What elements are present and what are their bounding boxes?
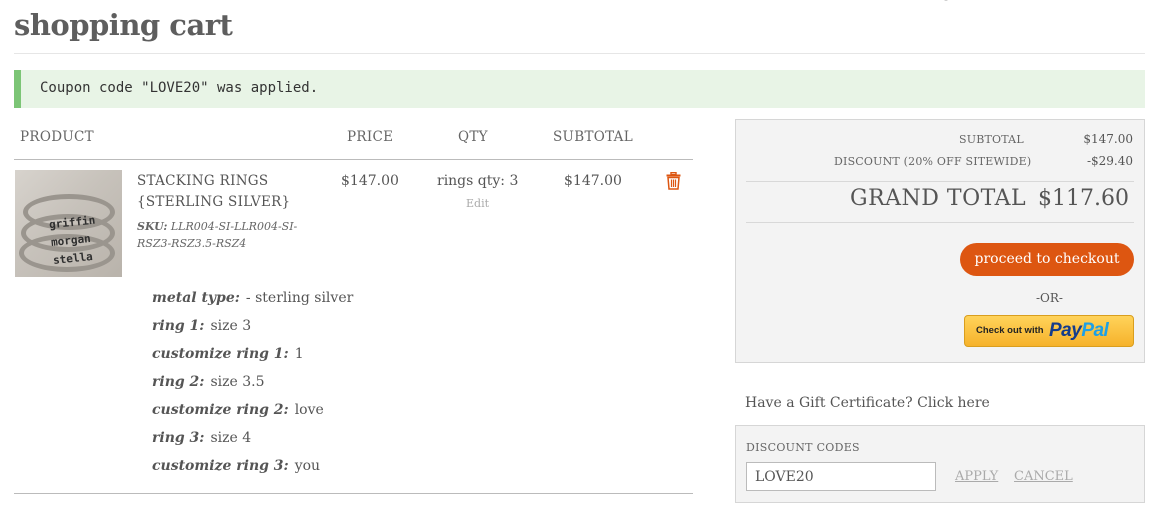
option-row: customize ring 1: 1 bbox=[152, 346, 304, 362]
summary-discount-label: DISCOUNT (20% OFF SITEWIDE) bbox=[834, 155, 1032, 168]
gift-certificate-link[interactable]: Have a Gift Certificate? Click here bbox=[745, 395, 990, 411]
item-qty: rings qty: 3 bbox=[437, 173, 519, 189]
option-row: ring 3: size 4 bbox=[152, 430, 251, 446]
option-row: customize ring 3: you bbox=[152, 458, 320, 474]
header-product: PRODUCT bbox=[20, 129, 94, 145]
option-value: love bbox=[294, 402, 324, 418]
option-row: ring 1: size 3 bbox=[152, 318, 251, 334]
coupon-success-message: Coupon code "LOVE20" was applied. bbox=[14, 70, 1145, 108]
or-separator: -OR- bbox=[1036, 291, 1063, 305]
paypal-checkout-button[interactable]: Check out with PayPal bbox=[964, 315, 1134, 347]
sku-label: SKU: bbox=[137, 220, 168, 233]
option-label: ring 1: bbox=[152, 318, 205, 334]
apply-discount-link[interactable]: APPLY bbox=[955, 469, 998, 484]
decorative-dot bbox=[944, 0, 948, 1]
paypal-logo-pay: Pay bbox=[1049, 320, 1082, 341]
option-label: customize ring 3: bbox=[152, 458, 289, 474]
option-value: size 3 bbox=[210, 318, 252, 334]
grand-total-label: GRAND TOTAL bbox=[850, 186, 1027, 211]
header-divider bbox=[14, 159, 693, 160]
summary-subtotal-value: $147.00 bbox=[1083, 132, 1133, 146]
option-value: size 3.5 bbox=[210, 374, 265, 390]
option-row: metal type: - sterling silver bbox=[152, 290, 353, 306]
option-value: you bbox=[294, 458, 321, 474]
product-sku: SKU: LLR004-SI-LLR004-SI-RSZ3-RSZ3.5-RSZ… bbox=[137, 218, 317, 252]
edit-qty-link[interactable]: Edit bbox=[466, 197, 489, 210]
title-divider bbox=[14, 53, 1145, 54]
paypal-prefix: Check out with bbox=[976, 325, 1044, 336]
product-image[interactable]: griffin morgan stella bbox=[15, 170, 122, 277]
item-price: $147.00 bbox=[341, 173, 399, 189]
option-value: 1 bbox=[294, 346, 304, 362]
discount-code-input[interactable] bbox=[746, 462, 936, 491]
header-qty: QTY bbox=[458, 129, 488, 145]
product-name-link[interactable]: STACKING RINGS {STERLING SILVER} bbox=[137, 171, 327, 213]
page-title: shopping cart bbox=[14, 8, 233, 42]
cart-bottom-divider bbox=[14, 493, 693, 494]
header-subtotal: SUBTOTAL bbox=[553, 129, 633, 145]
option-value: size 4 bbox=[210, 430, 252, 446]
item-subtotal: $147.00 bbox=[564, 173, 622, 189]
cancel-discount-link[interactable]: CANCEL bbox=[1014, 469, 1073, 484]
option-row: customize ring 2: love bbox=[152, 402, 324, 418]
paypal-logo-icon: PayPal bbox=[1049, 320, 1109, 342]
option-label: metal type: bbox=[152, 290, 240, 306]
option-label: customize ring 2: bbox=[152, 402, 289, 418]
discount-codes-label: DISCOUNT CODES bbox=[746, 441, 860, 454]
summary-subtotal-label: SUBTOTAL bbox=[959, 133, 1024, 146]
grand-total-value: $117.60 bbox=[1038, 186, 1129, 211]
summary-divider bbox=[746, 222, 1134, 223]
option-label: ring 3: bbox=[152, 430, 205, 446]
header-price: PRICE bbox=[347, 129, 394, 145]
option-value: - sterling silver bbox=[245, 290, 354, 306]
summary-discount-value: -$29.40 bbox=[1086, 154, 1133, 168]
option-label: customize ring 1: bbox=[152, 346, 289, 362]
proceed-to-checkout-button[interactable]: proceed to checkout bbox=[960, 243, 1134, 276]
option-label: ring 2: bbox=[152, 374, 205, 390]
summary-divider bbox=[746, 181, 1134, 182]
trash-icon[interactable] bbox=[666, 172, 681, 190]
option-row: ring 2: size 3.5 bbox=[152, 374, 265, 390]
paypal-logo-pal: Pal bbox=[1081, 320, 1109, 341]
